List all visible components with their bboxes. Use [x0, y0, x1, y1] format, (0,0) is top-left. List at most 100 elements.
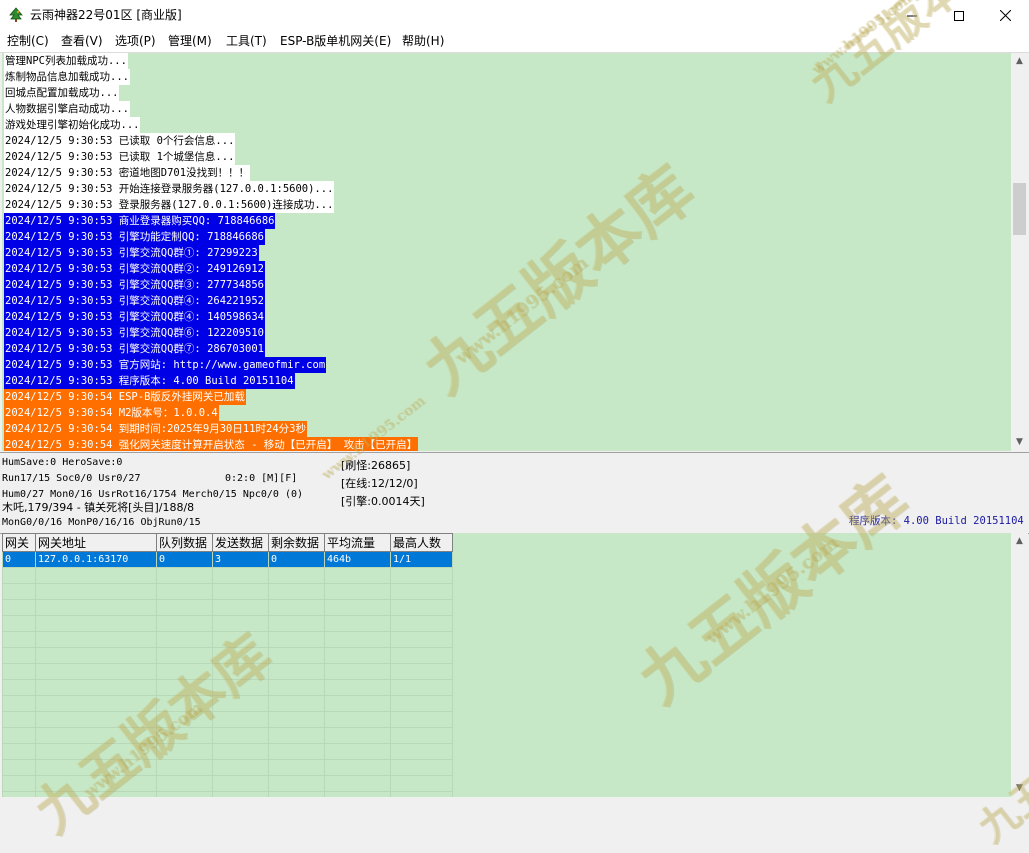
log-line: 炼制物品信息加载成功...	[4, 69, 130, 85]
empty-cell	[2, 759, 36, 776]
empty-cell	[212, 631, 269, 648]
col-send-data[interactable]: 发送数据	[212, 533, 269, 552]
status-save: HumSave:0 HeroSave:0	[2, 457, 123, 468]
grid-scrollbar[interactable]: ▲ ▼	[1011, 533, 1028, 797]
minimize-icon	[907, 15, 917, 16]
table-cell[interactable]: 464b	[324, 551, 391, 568]
empty-cell	[35, 599, 157, 616]
status-monsters: MonG0/0/16 MonP0/16/16 ObjRun0/15	[2, 517, 201, 528]
log-line: 管理NPC列表加载成功...	[4, 53, 128, 69]
log-scrollbar[interactable]: ▲ ▼	[1011, 53, 1028, 451]
minimize-button[interactable]	[889, 0, 935, 30]
empty-cell	[2, 647, 36, 664]
gateway-grid-panel[interactable]: 网关 网关地址 队列数据 发送数据 剩余数据 平均流量 最高人数 0 127.0…	[2, 533, 1011, 797]
menu-options[interactable]: 选项(P)	[115, 30, 156, 52]
empty-cell	[2, 663, 36, 680]
table-cell[interactable]: 0	[2, 551, 36, 568]
empty-cell	[2, 775, 36, 792]
menu-bar: 控制(C) 查看(V) 选项(P) 管理(M) 工具(T) ESP-B版单机网关…	[0, 30, 1029, 53]
empty-cell	[35, 711, 157, 728]
scroll-down-icon[interactable]: ▼	[1011, 434, 1028, 451]
empty-cell	[156, 679, 213, 696]
empty-cell	[156, 727, 213, 744]
close-button[interactable]	[982, 0, 1028, 30]
empty-cell	[324, 743, 391, 760]
empty-cell	[390, 759, 453, 776]
table-row[interactable]: 0 127.0.0.1:63170 0 3 0 464b 1/1	[2, 551, 453, 568]
empty-cell	[212, 759, 269, 776]
empty-cell	[212, 567, 269, 584]
empty-cell	[268, 711, 325, 728]
empty-row	[2, 727, 453, 744]
empty-row	[2, 599, 453, 616]
empty-cell	[156, 599, 213, 616]
log-line: 2024/12/5 9:30:53 密道地图D701没找到！！！	[4, 165, 251, 181]
menu-control[interactable]: 控制(C)	[7, 30, 49, 52]
log-line: 2024/12/5 9:30:53 商业登录器购买QQ: 718846686	[4, 213, 276, 229]
menu-tools[interactable]: 工具(T)	[226, 30, 267, 52]
table-cell[interactable]: 3	[212, 551, 269, 568]
scroll-down-icon[interactable]: ▼	[1011, 780, 1028, 797]
status-engine: [引擎:0.0014天]	[341, 495, 425, 508]
col-queue-data[interactable]: 队列数据	[156, 533, 213, 552]
log-line: 游戏处理引擎初始化成功...	[4, 117, 141, 133]
empty-cell	[35, 631, 157, 648]
empty-cell	[35, 743, 157, 760]
empty-cell	[268, 647, 325, 664]
log-line: 2024/12/5 9:30:54 强化网关速度计算开启状态 - 移动【已开启】…	[4, 437, 419, 451]
empty-cell	[268, 615, 325, 632]
menu-help[interactable]: 帮助(H)	[402, 30, 444, 52]
empty-cell	[390, 599, 453, 616]
menu-view[interactable]: 查看(V)	[61, 30, 103, 52]
col-gateway-addr[interactable]: 网关地址	[35, 533, 157, 552]
col-remaining-data[interactable]: 剩余数据	[268, 533, 325, 552]
maximize-icon	[954, 10, 964, 21]
scroll-up-icon[interactable]: ▲	[1011, 533, 1028, 550]
empty-cell	[390, 775, 453, 792]
menu-manage[interactable]: 管理(M)	[168, 30, 212, 52]
log-line: 2024/12/5 9:30:53 引擎交流QQ群③: 277734856	[4, 277, 265, 293]
log-line: 2024/12/5 9:30:53 引擎交流QQ群①: 27299223	[4, 245, 259, 261]
title-bar[interactable]: 云雨神器22号01区 [商业版]	[0, 0, 1029, 30]
empty-cell	[268, 663, 325, 680]
col-max-users[interactable]: 最高人数	[390, 533, 453, 552]
table-cell[interactable]: 1/1	[390, 551, 453, 568]
empty-cell	[324, 695, 391, 712]
log-line: 回城点配置加载成功...	[4, 85, 120, 101]
log-panel[interactable]: 管理NPC列表加载成功... 炼制物品信息加载成功... 回城点配置加载成功..…	[2, 53, 1011, 451]
empty-cell	[324, 599, 391, 616]
log-line: 2024/12/5 9:30:53 引擎交流QQ群④: 140598634	[4, 309, 265, 325]
empty-cell	[324, 583, 391, 600]
empty-cell	[156, 631, 213, 648]
empty-cell	[212, 791, 269, 797]
empty-cell	[156, 791, 213, 797]
empty-cell	[2, 631, 36, 648]
menu-esp-gateway[interactable]: ESP-B版单机网关(E)	[280, 30, 391, 52]
scroll-up-icon[interactable]: ▲	[1011, 53, 1028, 70]
empty-cell	[212, 775, 269, 792]
table-cell[interactable]: 0	[268, 551, 325, 568]
col-gateway[interactable]: 网关	[2, 533, 36, 552]
empty-cell	[156, 615, 213, 632]
gateway-table[interactable]: 网关 网关地址 队列数据 发送数据 剩余数据 平均流量 最高人数 0 127.0…	[2, 533, 453, 797]
empty-cell	[268, 775, 325, 792]
empty-cell	[390, 583, 453, 600]
empty-cell	[268, 759, 325, 776]
table-cell[interactable]: 0	[156, 551, 213, 568]
table-cell[interactable]: 127.0.0.1:63170	[35, 551, 157, 568]
program-version: 程序版本: 4.00 Build 20151104	[849, 515, 1024, 527]
status-online: [在线:12/12/0]	[341, 477, 418, 490]
empty-cell	[2, 599, 36, 616]
empty-row	[2, 695, 453, 712]
maximize-button[interactable]	[936, 0, 982, 30]
empty-cell	[324, 791, 391, 797]
col-avg-traffic[interactable]: 平均流量	[324, 533, 391, 552]
empty-cell	[390, 695, 453, 712]
log-scroll-thumb[interactable]	[1013, 183, 1026, 235]
log-line: 人物数据引擎启动成功...	[4, 101, 130, 117]
empty-cell	[35, 663, 157, 680]
empty-cell	[156, 759, 213, 776]
log-line: 2024/12/5 9:30:53 引擎交流QQ群⑦: 286703001	[4, 341, 265, 357]
empty-cell	[212, 615, 269, 632]
empty-row	[2, 791, 453, 797]
